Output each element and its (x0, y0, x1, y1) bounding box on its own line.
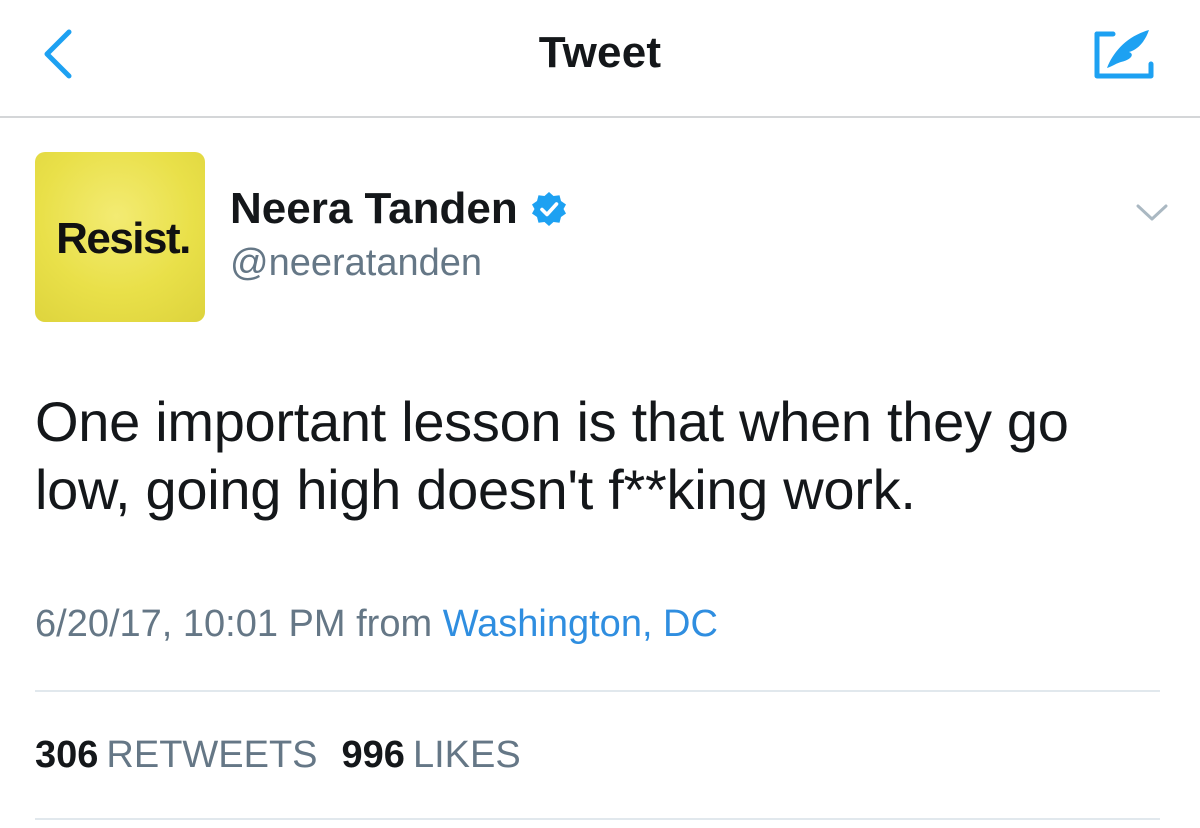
retweets-label: RETWEETS (106, 734, 318, 776)
display-name-row[interactable]: Neera Tanden (230, 184, 568, 234)
chevron-down-icon (1136, 204, 1168, 221)
retweets-stat[interactable]: 306 RETWEETS (35, 734, 318, 777)
location-link[interactable]: Washington, DC (443, 603, 718, 645)
compose-button[interactable] (1086, 24, 1162, 84)
avatar[interactable]: Resist. (35, 152, 205, 322)
verified-badge-icon (530, 190, 568, 228)
likes-count: 996 (341, 734, 405, 776)
tweet-stats: 306 RETWEETS 996 LIKES (35, 734, 545, 777)
user-handle[interactable]: @neeratanden (230, 242, 482, 285)
tweet-menu-button[interactable] (1130, 198, 1174, 228)
from-label: from (356, 603, 433, 645)
tweet-text: One important lesson is that when they g… (35, 390, 1069, 521)
retweets-count: 306 (35, 734, 99, 776)
navigation-bar: Tweet (0, 0, 1200, 118)
avatar-text: Resist. (56, 214, 191, 263)
divider (35, 690, 1160, 692)
page-title: Tweet (538, 28, 662, 77)
likes-label: LIKES (412, 734, 521, 776)
tweet-meta: 6/20/17, 10:01 PM from Washington, DC (35, 603, 718, 646)
divider (35, 818, 1160, 820)
compose-tweet-icon (1094, 30, 1154, 79)
display-name: Neera Tanden (230, 184, 518, 233)
likes-stat[interactable]: 996 LIKES (342, 734, 521, 777)
timestamp: 6/20/17, 10:01 PM (35, 603, 346, 645)
